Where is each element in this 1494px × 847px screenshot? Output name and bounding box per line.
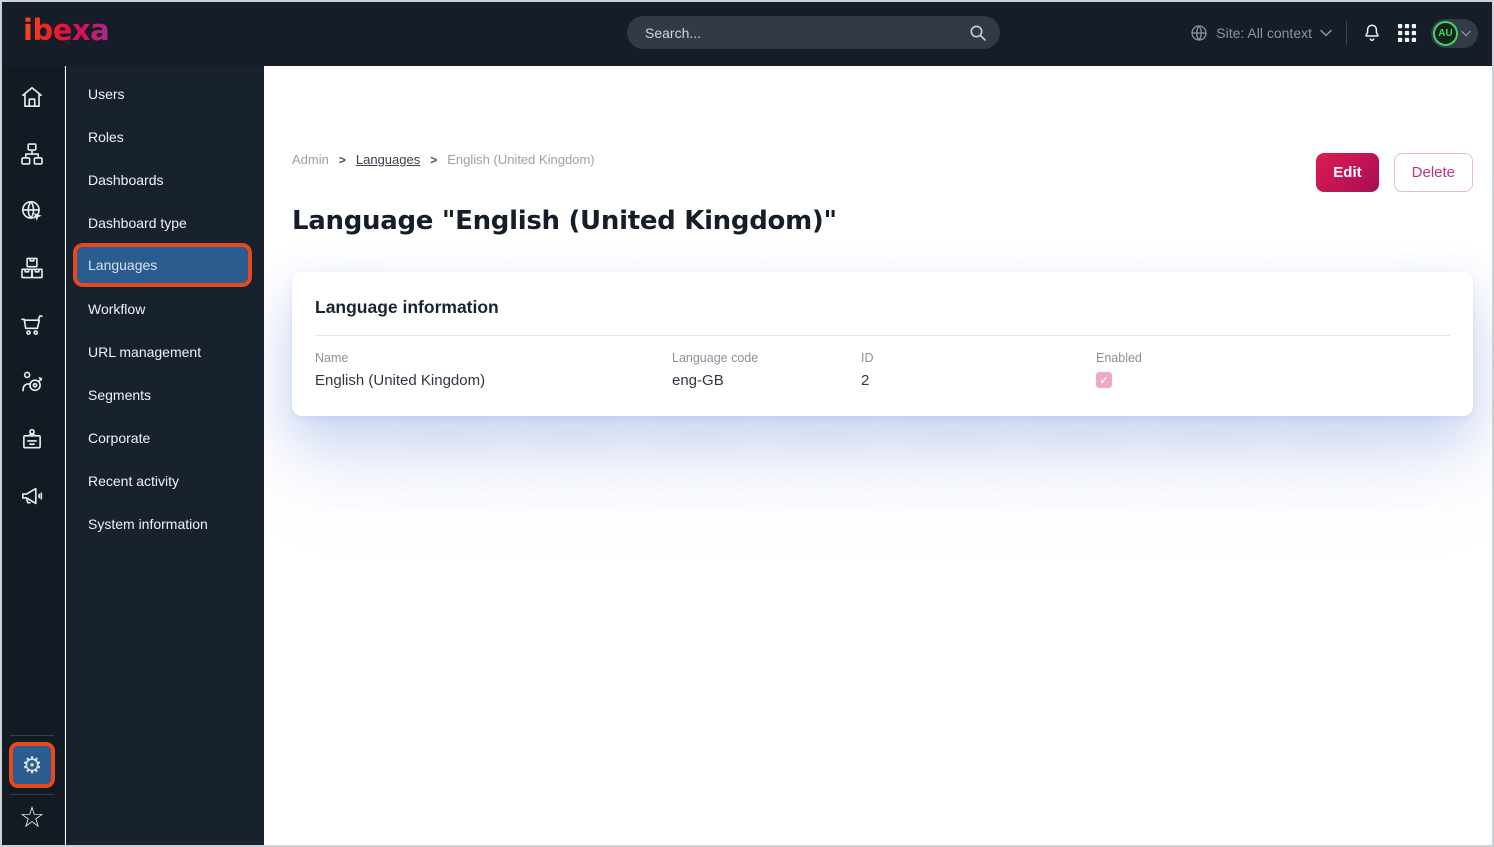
sidebar-item-segments[interactable]: Segments xyxy=(66,373,264,416)
field-language-code: Language code eng-GB xyxy=(672,351,861,389)
chevron-down-icon xyxy=(1320,29,1332,37)
field-name: Name English (United Kingdom) xyxy=(315,351,672,389)
language-information-card: Language information Name English (Unite… xyxy=(292,272,1473,416)
search-icon[interactable] xyxy=(969,24,987,42)
sidebar-item-workflow[interactable]: Workflow xyxy=(66,287,264,330)
sidebar-item-corporate[interactable]: Corporate xyxy=(66,416,264,459)
enabled-checkbox[interactable]: ✓ xyxy=(1096,372,1112,388)
sitemap-icon[interactable] xyxy=(18,140,46,168)
card-title: Language information xyxy=(315,297,499,317)
sidebar-item-system-information[interactable]: System information xyxy=(66,502,264,545)
packages-icon[interactable] xyxy=(18,254,46,282)
topbar-divider xyxy=(1346,21,1347,45)
settings-gear-icon: ⚙ xyxy=(21,751,43,778)
sidebar-item-languages[interactable]: Languages xyxy=(73,243,252,287)
ibexa-logo[interactable]: ibexa xyxy=(23,14,110,47)
main-content: Admin > Languages > English (United King… xyxy=(264,66,1494,847)
user-avatar: AU xyxy=(1433,20,1458,46)
site-context-label: Site: All context xyxy=(1216,25,1312,41)
globe-icon xyxy=(1190,24,1208,42)
field-name-value: English (United Kingdom) xyxy=(315,372,486,389)
breadcrumb-current: English (United Kingdom) xyxy=(447,152,595,167)
breadcrumb-separator: > xyxy=(338,152,346,167)
breadcrumb-admin: Admin xyxy=(292,152,329,167)
user-menu[interactable]: AU xyxy=(1431,18,1478,48)
field-enabled: Enabled ✓ xyxy=(1096,351,1142,388)
id-badge-icon[interactable] xyxy=(18,425,46,453)
site-context-selector[interactable]: Site: All context xyxy=(1190,24,1332,42)
sidebar-item-recent-activity[interactable]: Recent activity xyxy=(66,459,264,502)
globe-cursor-icon[interactable] xyxy=(18,197,46,225)
audience-target-icon[interactable] xyxy=(18,368,46,396)
breadcrumb: Admin > Languages > English (United King… xyxy=(292,152,595,167)
topbar: ibexa Site: All context xyxy=(0,0,1494,66)
page-actions: Edit Delete xyxy=(1316,153,1473,192)
cart-icon[interactable] xyxy=(18,311,46,339)
card-divider xyxy=(315,335,1450,336)
home-icon[interactable] xyxy=(18,83,46,111)
delete-button[interactable]: Delete xyxy=(1393,153,1473,192)
sidebar-item-dashboard-type[interactable]: Dashboard type xyxy=(66,201,264,244)
sidebar-item-url-management[interactable]: URL management xyxy=(66,330,264,373)
topbar-right-cluster: Site: All context AU xyxy=(1190,0,1478,66)
app-grid-icon[interactable] xyxy=(1397,23,1417,43)
global-search xyxy=(627,16,1000,49)
card-area: Language information Name English (Unite… xyxy=(292,272,1494,416)
search-input[interactable] xyxy=(627,24,969,41)
chevron-down-icon xyxy=(1461,30,1471,36)
bookmarks-star-icon[interactable]: ☆ xyxy=(19,804,45,833)
rail-divider xyxy=(10,735,54,736)
admin-sidebar: Users Roles Dashboards Dashboard type La… xyxy=(66,66,264,847)
megaphone-icon[interactable] xyxy=(18,482,46,510)
page-title: Language "English (United Kingdom)" xyxy=(292,206,837,236)
settings-gear-button[interactable]: ⚙ xyxy=(9,742,55,788)
breadcrumb-separator: > xyxy=(430,152,438,167)
sidebar-item-users[interactable]: Users xyxy=(66,72,264,115)
field-id-value: 2 xyxy=(861,372,870,389)
field-language-code-value: eng-GB xyxy=(672,372,724,389)
breadcrumb-languages-link[interactable]: Languages xyxy=(356,152,420,167)
rail-divider xyxy=(10,794,54,795)
sidebar-item-roles[interactable]: Roles xyxy=(66,115,264,158)
field-id: ID 2 xyxy=(861,351,1096,389)
edit-button[interactable]: Edit xyxy=(1316,153,1379,192)
notifications-bell-icon[interactable] xyxy=(1361,22,1383,44)
main-nav-rail: ⚙ ☆ xyxy=(0,66,65,847)
sidebar-item-dashboards[interactable]: Dashboards xyxy=(66,158,264,201)
